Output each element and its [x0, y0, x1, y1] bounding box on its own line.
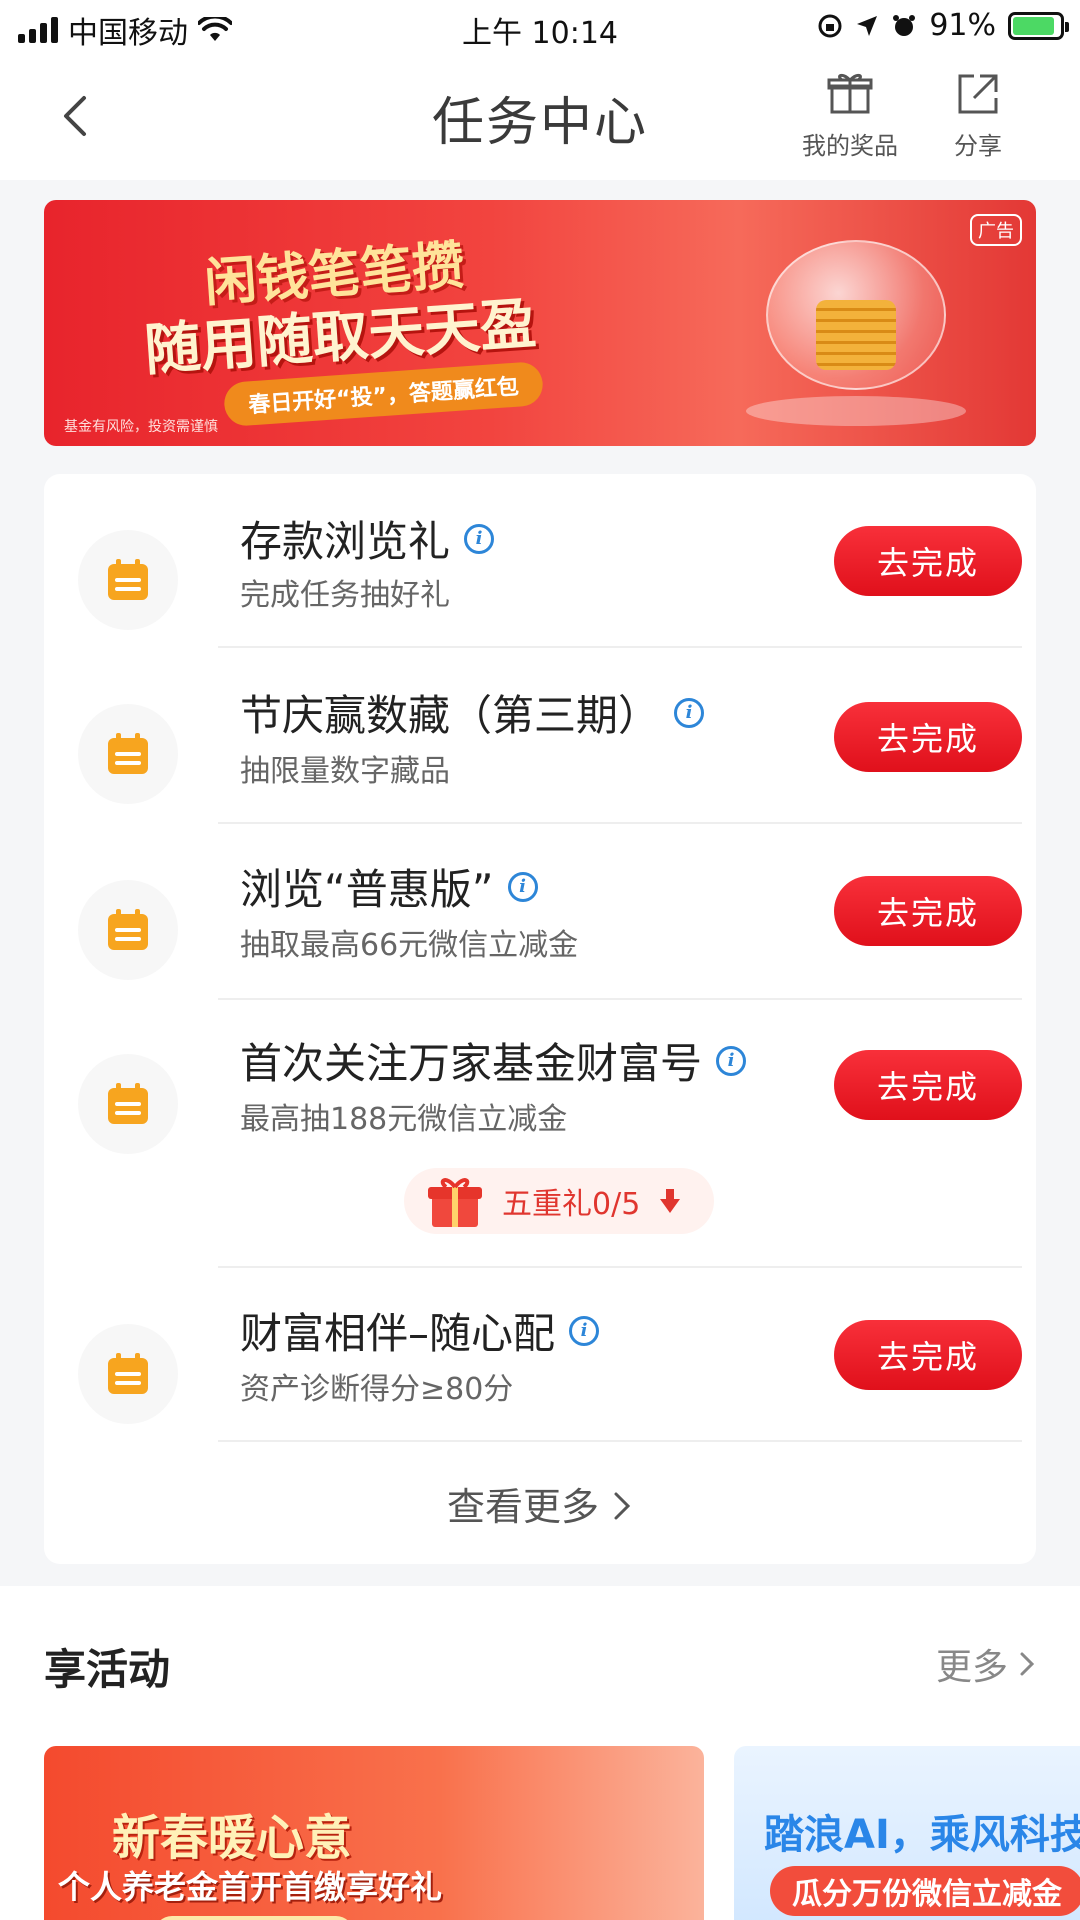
activity-card-headline: 新春暖心意	[112, 1810, 353, 1866]
promo-banner[interactable]: 广告 闲钱笔笔攒 随用随取天天盈 春日开好“投”，答题赢红包 基金有风险，投资需…	[44, 200, 1036, 446]
battery-icon	[1008, 11, 1069, 40]
chevron-right-icon	[614, 1492, 631, 1520]
my-prizes-label: 我的奖品	[802, 132, 898, 160]
share-icon	[958, 74, 998, 114]
go-complete-button[interactable]: 去完成	[834, 876, 1022, 946]
task-title-text: 首次关注万家基金财富号	[240, 1039, 703, 1088]
task-subtitle: 抽限量数字藏品	[240, 754, 450, 789]
activity-card-ai[interactable]: 踏浪AI，乘风科技 瓜分万份微信立减金	[734, 1746, 1080, 1920]
activity-card-pension[interactable]: 新春暖心意 个人养老金首开首缴享好礼	[44, 1746, 704, 1920]
activities-title: 享活动	[44, 1645, 171, 1694]
task-subtitle: 抽取最高66元微信立减金	[240, 928, 579, 963]
divider	[218, 1266, 1022, 1268]
info-icon[interactable]: i	[716, 1045, 747, 1076]
activity-card-headline: 踏浪AI，乘风科技	[764, 1812, 1080, 1858]
task-title: 财富相伴–随心配 i	[240, 1300, 600, 1361]
divider	[218, 646, 1022, 648]
task-title-text: 存款浏览礼	[240, 517, 451, 566]
orientation-lock-icon	[818, 14, 842, 37]
see-more-label: 查看更多	[446, 1485, 599, 1529]
share-button[interactable]: 分享	[918, 70, 1038, 161]
arrow-down-icon	[660, 1189, 681, 1213]
calendar-icon	[78, 530, 178, 630]
task-subtitle: 最高抽188元微信立减金	[240, 1102, 568, 1137]
activities-more-label: 更多	[935, 1647, 1008, 1688]
go-complete-button[interactable]: 去完成	[834, 702, 1022, 772]
task-title: 浏览“普惠版” i	[240, 856, 538, 917]
activity-card-pill	[154, 1916, 354, 1920]
gift-progress-label: 五重礼0/5	[502, 1187, 641, 1222]
nav-header: 任务中心 我的奖品 分享	[0, 56, 1080, 180]
go-complete-button[interactable]: 去完成	[834, 526, 1022, 596]
location-arrow-icon	[857, 15, 878, 36]
status-right: 91%	[817, 8, 1069, 43]
task-subtitle: 资产诊断得分≥80分	[240, 1372, 514, 1407]
ad-tag: 广告	[970, 214, 1022, 246]
activities-section: 享活动 更多 新春暖心意 个人养老金首开首缴享好礼 踏浪AI，乘风科技 瓜分万份…	[0, 1586, 1080, 1920]
go-complete-button[interactable]: 去完成	[834, 1320, 1022, 1390]
battery-percent: 91%	[929, 8, 996, 43]
my-prizes-button[interactable]: 我的奖品	[790, 70, 910, 161]
task-list-card: 存款浏览礼 i 完成任务抽好礼 去完成 节庆赢数藏（第三期） i 抽限量数字藏品…	[44, 474, 1036, 1564]
task-title: 存款浏览礼 i	[240, 508, 495, 569]
info-icon[interactable]: i	[569, 1315, 600, 1346]
calendar-icon	[78, 880, 178, 980]
gift-progress-toggle[interactable]: 五重礼0/5	[404, 1168, 714, 1234]
calendar-icon	[78, 1054, 178, 1154]
info-icon[interactable]: i	[464, 523, 495, 554]
banner-risk-note: 基金有风险，投资需谨慎	[64, 419, 218, 435]
share-label: 分享	[954, 132, 1002, 160]
task-title-text: 浏览“普惠版”	[240, 865, 494, 914]
divider	[218, 998, 1022, 1000]
task-title: 节庆赢数藏（第三期） i	[240, 682, 705, 743]
calendar-icon	[78, 1324, 178, 1424]
task-title: 首次关注万家基金财富号 i	[240, 1030, 747, 1091]
info-icon[interactable]: i	[507, 871, 538, 902]
activity-card-subline: 个人养老金首开首缴享好礼	[58, 1868, 443, 1906]
go-complete-button[interactable]: 去完成	[834, 1050, 1022, 1120]
coin-stack-illustration	[816, 300, 896, 370]
see-more-link[interactable]: 查看更多	[44, 1476, 1036, 1531]
info-icon[interactable]: i	[674, 697, 705, 728]
chevron-right-icon	[1020, 1652, 1035, 1676]
task-title-text: 财富相伴–随心配	[240, 1309, 556, 1358]
activities-more-link[interactable]: 更多	[936, 1638, 1036, 1690]
divider	[218, 822, 1022, 824]
status-bar: 中国移动 上午 10:14 91%	[0, 0, 1080, 56]
gift-box-icon	[827, 73, 873, 114]
task-title-text: 节庆赢数藏（第三期）	[240, 691, 661, 740]
activity-card-subline: 瓜分万份微信立减金	[770, 1866, 1080, 1916]
red-gift-icon	[428, 1178, 482, 1227]
divider	[218, 1440, 1022, 1442]
calendar-icon	[78, 704, 178, 804]
platform-illustration	[746, 396, 966, 426]
task-subtitle: 完成任务抽好礼	[240, 578, 450, 613]
alarm-icon	[893, 14, 916, 36]
